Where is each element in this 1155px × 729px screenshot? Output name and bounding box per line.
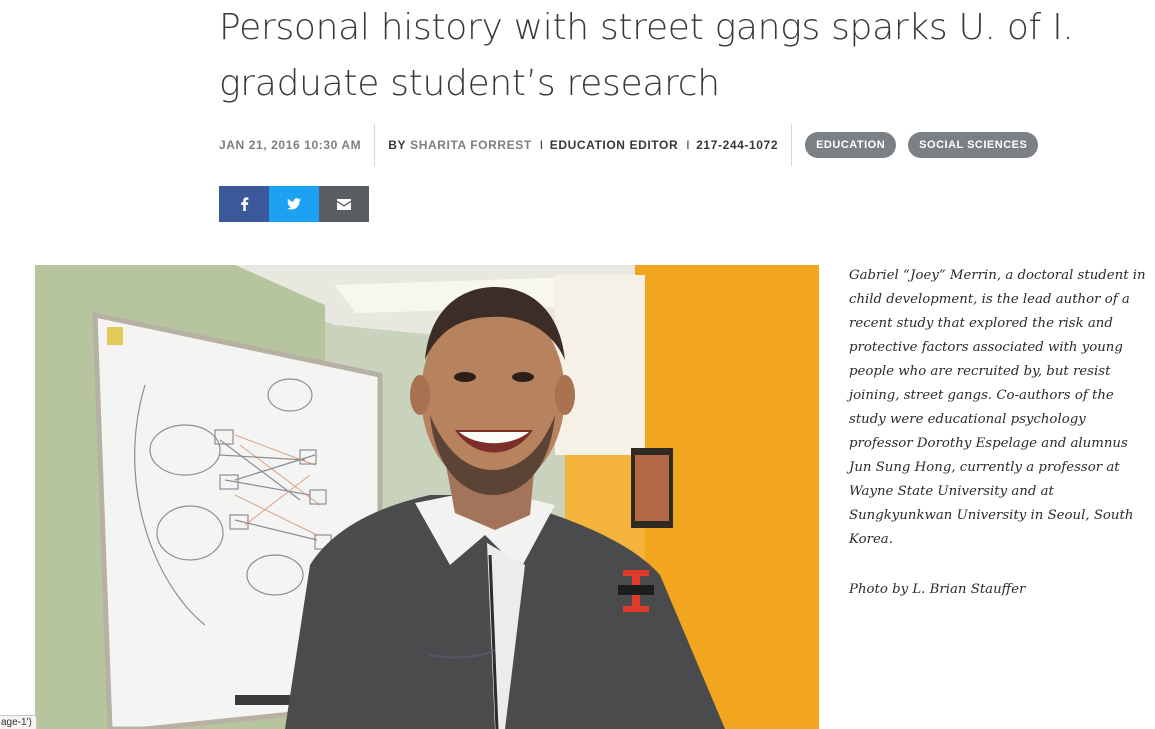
share-email-button[interactable] (319, 186, 369, 222)
photo-caption: Gabriel “Joey” Merrin, a doctoral studen… (849, 264, 1151, 602)
tag-education[interactable]: EDUCATION (805, 132, 897, 158)
caption-text: Gabriel “Joey” Merrin, a doctoral studen… (849, 268, 1146, 547)
article-meta: JAN 21, 2016 10:30 AM BY SHARITA FORREST… (219, 124, 1039, 166)
author-role: EDUCATION EDITOR (549, 138, 679, 152)
share-bar (219, 186, 369, 222)
tag-social-sciences[interactable]: SOCIAL SCIENCES (908, 132, 1039, 158)
author-link[interactable]: SHARITA FORREST (410, 138, 532, 152)
publish-date: JAN 21, 2016 10:30 AM (219, 138, 362, 152)
article-photo (35, 265, 819, 729)
article-page: Personal history with street gangs spark… (0, 0, 1155, 729)
twitter-icon (287, 198, 301, 210)
byline-separator: I (686, 138, 691, 152)
share-twitter-button[interactable] (269, 186, 319, 222)
share-facebook-button[interactable] (219, 186, 269, 222)
envelope-icon (337, 198, 351, 210)
tag-list: EDUCATION SOCIAL SCIENCES (792, 132, 1039, 158)
author-phone[interactable]: 217-244-1072 (696, 138, 778, 152)
photo-credit: Photo by L. Brian Stauffer (849, 582, 1026, 597)
facebook-icon (240, 197, 248, 211)
byline: BY SHARITA FORREST I EDUCATION EDITOR I … (375, 138, 791, 152)
portrait-image (35, 265, 819, 729)
browser-status-bar: age-1') (0, 715, 37, 729)
article-headline: Personal history with street gangs spark… (219, 7, 1074, 104)
byline-separator: I (539, 138, 544, 152)
byline-prefix: BY (388, 138, 407, 152)
